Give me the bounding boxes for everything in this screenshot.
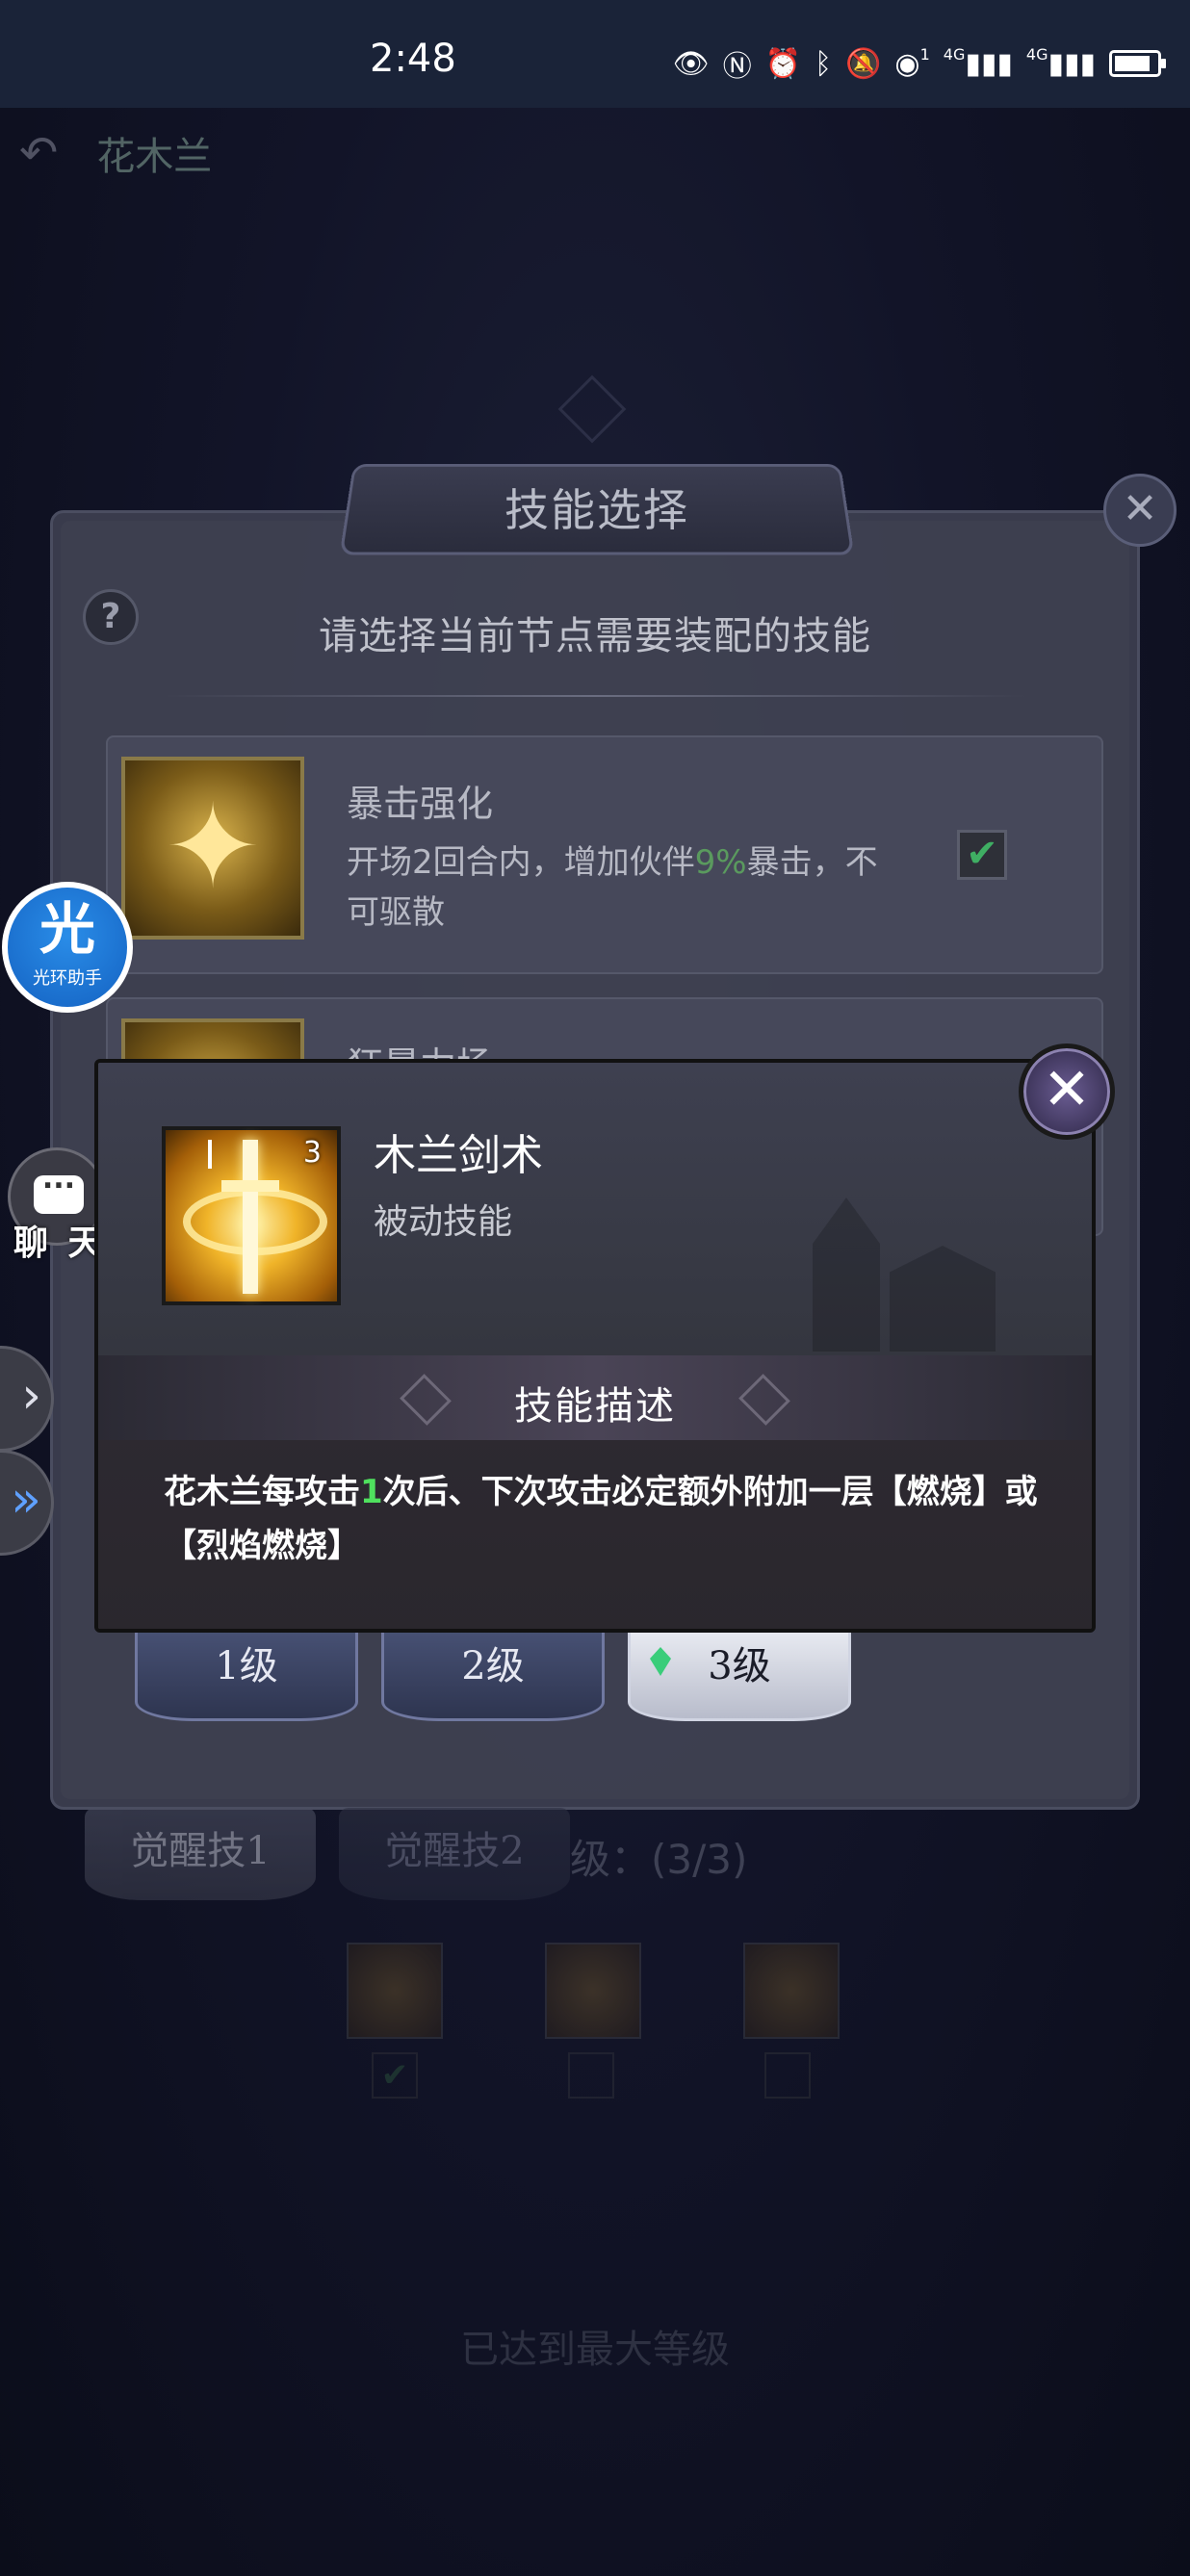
skill-option-title: 暴击强化 [347,783,494,825]
skill-option-crit[interactable]: ✦ 暴击强化 开场2回合内，增加伙伴9%暴击，不可驱散 ✔ [106,735,1103,974]
checkbox-checked-icon[interactable]: ✔ [957,830,1007,880]
popup-close-icon[interactable]: ✕ [1019,1043,1115,1140]
skill-slot-icon[interactable] [545,1943,641,2039]
back-arrow-icon[interactable]: ↶ [19,126,58,180]
battery-icon [1109,50,1166,77]
signal-2-icon: 4G▮▮▮ [1025,44,1096,81]
skill-description: 花木兰每攻击1次后、下次攻击必定额外附加一层【燃烧】或【烈焰燃烧】 [164,1473,1038,1565]
popup-body: 技能描述 花木兰每攻击1次后、下次攻击必定额外附加一层【燃烧】或【烈焰燃烧】 [98,1355,1092,1629]
castle-decoration [774,1169,1024,1352]
bg-checkboxes: ✔ [372,2052,811,2099]
page-header: ↶ 花木兰 [19,125,212,181]
halo-assistant-button[interactable]: 光 光环助手 [2,882,133,1013]
screen-root: 2:48 👁 Ⓝ ⏰ ᛒ 🔕 ◉1 4G▮▮▮ 4G▮▮▮ ↶ 花木兰 技能选择… [0,0,1190,2576]
checkbox-checked-icon[interactable]: ✔ [372,2052,418,2099]
divider [164,695,1026,697]
skill-slot-icon[interactable] [347,1943,443,2039]
double-arrow-icon[interactable]: » [0,1450,54,1556]
level-progress-text: 级：(3/3) [570,1836,748,1883]
skill-name: 木兰剑术 [374,1131,543,1180]
alarm-icon: ⏰ [764,46,802,81]
nfc-icon: Ⓝ [722,50,752,84]
checkbox-icon[interactable] [764,2052,811,2099]
gem-icon [650,1647,671,1676]
skill-slot-icon[interactable] [743,1943,840,2039]
dialog-close-icon[interactable]: ✕ [1103,474,1177,547]
max-level-text: 已达到最大等级 [460,2328,730,2372]
skill-detail-popup: 3 木兰剑术 被动技能 技能描述 花木兰每攻击1次后、下次攻击必定额外附加一层【… [94,1059,1096,1633]
crit-skill-icon: ✦ [121,757,304,940]
expand-arrow-icon[interactable]: › [0,1346,54,1452]
level-tabs: 1级 2级 3级 [135,1617,851,1721]
popup-header: 3 木兰剑术 被动技能 [98,1063,1092,1355]
dialog-prompt: 请选择当前节点需要装配的技能 [319,614,871,658]
section-title: 技能描述 [514,1384,676,1429]
dialog-title: 技能选择 [504,484,689,536]
status-bar: 2:48 👁 Ⓝ ⏰ ᛒ 🔕 ◉1 4G▮▮▮ 4G▮▮▮ [0,0,1190,108]
signal-icon: 4G▮▮▮ [943,44,1013,81]
tab-awaken-1[interactable]: 觉醒技1 [85,1808,316,1900]
tab-awaken-2[interactable]: 觉醒技2 [339,1808,570,1900]
bluetooth-icon: ᛒ [815,46,833,81]
sword-skill-icon: 3 [162,1126,341,1305]
awaken-tabs: 觉醒技1 觉醒技2 [85,1808,570,1900]
diamond-ornament [557,374,627,444]
eye-icon: 👁 [672,46,710,81]
section-header: 技能描述 [98,1355,1092,1440]
mute-icon: 🔕 [845,46,882,81]
chat-bubble-icon [34,1162,84,1214]
level-tab-1[interactable]: 1级 [135,1617,358,1721]
skill-level-badge: 3 [302,1136,322,1170]
status-icons: 👁 Ⓝ ⏰ ᛒ 🔕 ◉1 4G▮▮▮ 4G▮▮▮ [672,42,1166,85]
skill-type: 被动技能 [374,1202,513,1242]
status-time: 2:48 [370,37,456,81]
hotspot-icon: ◉1 [894,44,930,81]
skill-option-desc: 开场2回合内，增加伙伴9%暴击，不可驱散 [347,843,878,932]
checkbox-icon[interactable] [568,2052,614,2099]
hero-name: 花木兰 [96,135,213,179]
level-tab-3[interactable]: 3级 [628,1617,851,1721]
chat-label: 聊 天 [13,1224,107,1263]
bg-skill-icons [347,1943,840,2039]
level-tab-2[interactable]: 2级 [381,1617,605,1721]
